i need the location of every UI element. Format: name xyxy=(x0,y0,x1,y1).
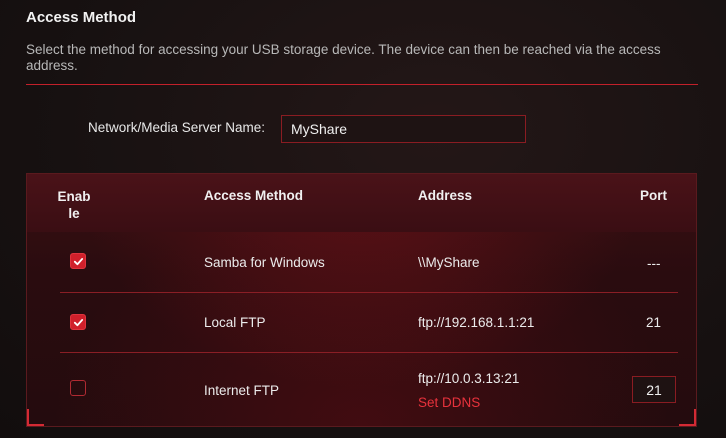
access-method-table: Enable Access Method Address Port Samba … xyxy=(26,173,697,427)
enable-checkbox-samba[interactable] xyxy=(70,253,86,269)
method-cell: Samba for Windows xyxy=(204,255,325,270)
address-cell: \\MyShare xyxy=(418,255,480,270)
enable-checkbox-local-ftp[interactable] xyxy=(70,314,86,330)
table-row-samba: Samba for Windows \\MyShare --- xyxy=(27,232,696,292)
table-row-local-ftp: Local FTP ftp://192.168.1.1:21 21 xyxy=(27,293,696,352)
enable-checkbox-internet-ftp[interactable] xyxy=(70,380,86,396)
checkmark-icon xyxy=(73,318,83,326)
header-port: Port xyxy=(640,188,667,203)
address-cell: ftp://10.0.3.13:21 xyxy=(418,371,520,386)
checkmark-icon xyxy=(73,257,83,265)
section-divider xyxy=(26,84,698,85)
header-access-method: Access Method xyxy=(204,188,304,203)
header-address: Address xyxy=(418,188,473,203)
method-cell: Internet FTP xyxy=(204,383,280,398)
table-row-internet-ftp: Internet FTP ftp://10.0.3.13:21 Set DDNS xyxy=(27,353,696,426)
server-name-label: Network/Media Server Name: xyxy=(88,120,266,135)
address-cell: ftp://192.168.1.1:21 xyxy=(418,315,535,330)
method-cell: Local FTP xyxy=(204,315,266,330)
section-description: Select the method for accessing your USB… xyxy=(26,42,661,73)
table-header: Enable Access Method Address Port xyxy=(27,174,696,232)
port-cell: 21 xyxy=(646,315,662,330)
port-cell: --- xyxy=(647,256,661,271)
internet-ftp-port-input[interactable] xyxy=(632,376,676,403)
section-title: Access Method xyxy=(26,9,137,26)
set-ddns-link[interactable]: Set DDNS xyxy=(418,395,480,410)
server-name-input[interactable] xyxy=(281,115,526,143)
header-enable: Enable xyxy=(57,189,91,221)
